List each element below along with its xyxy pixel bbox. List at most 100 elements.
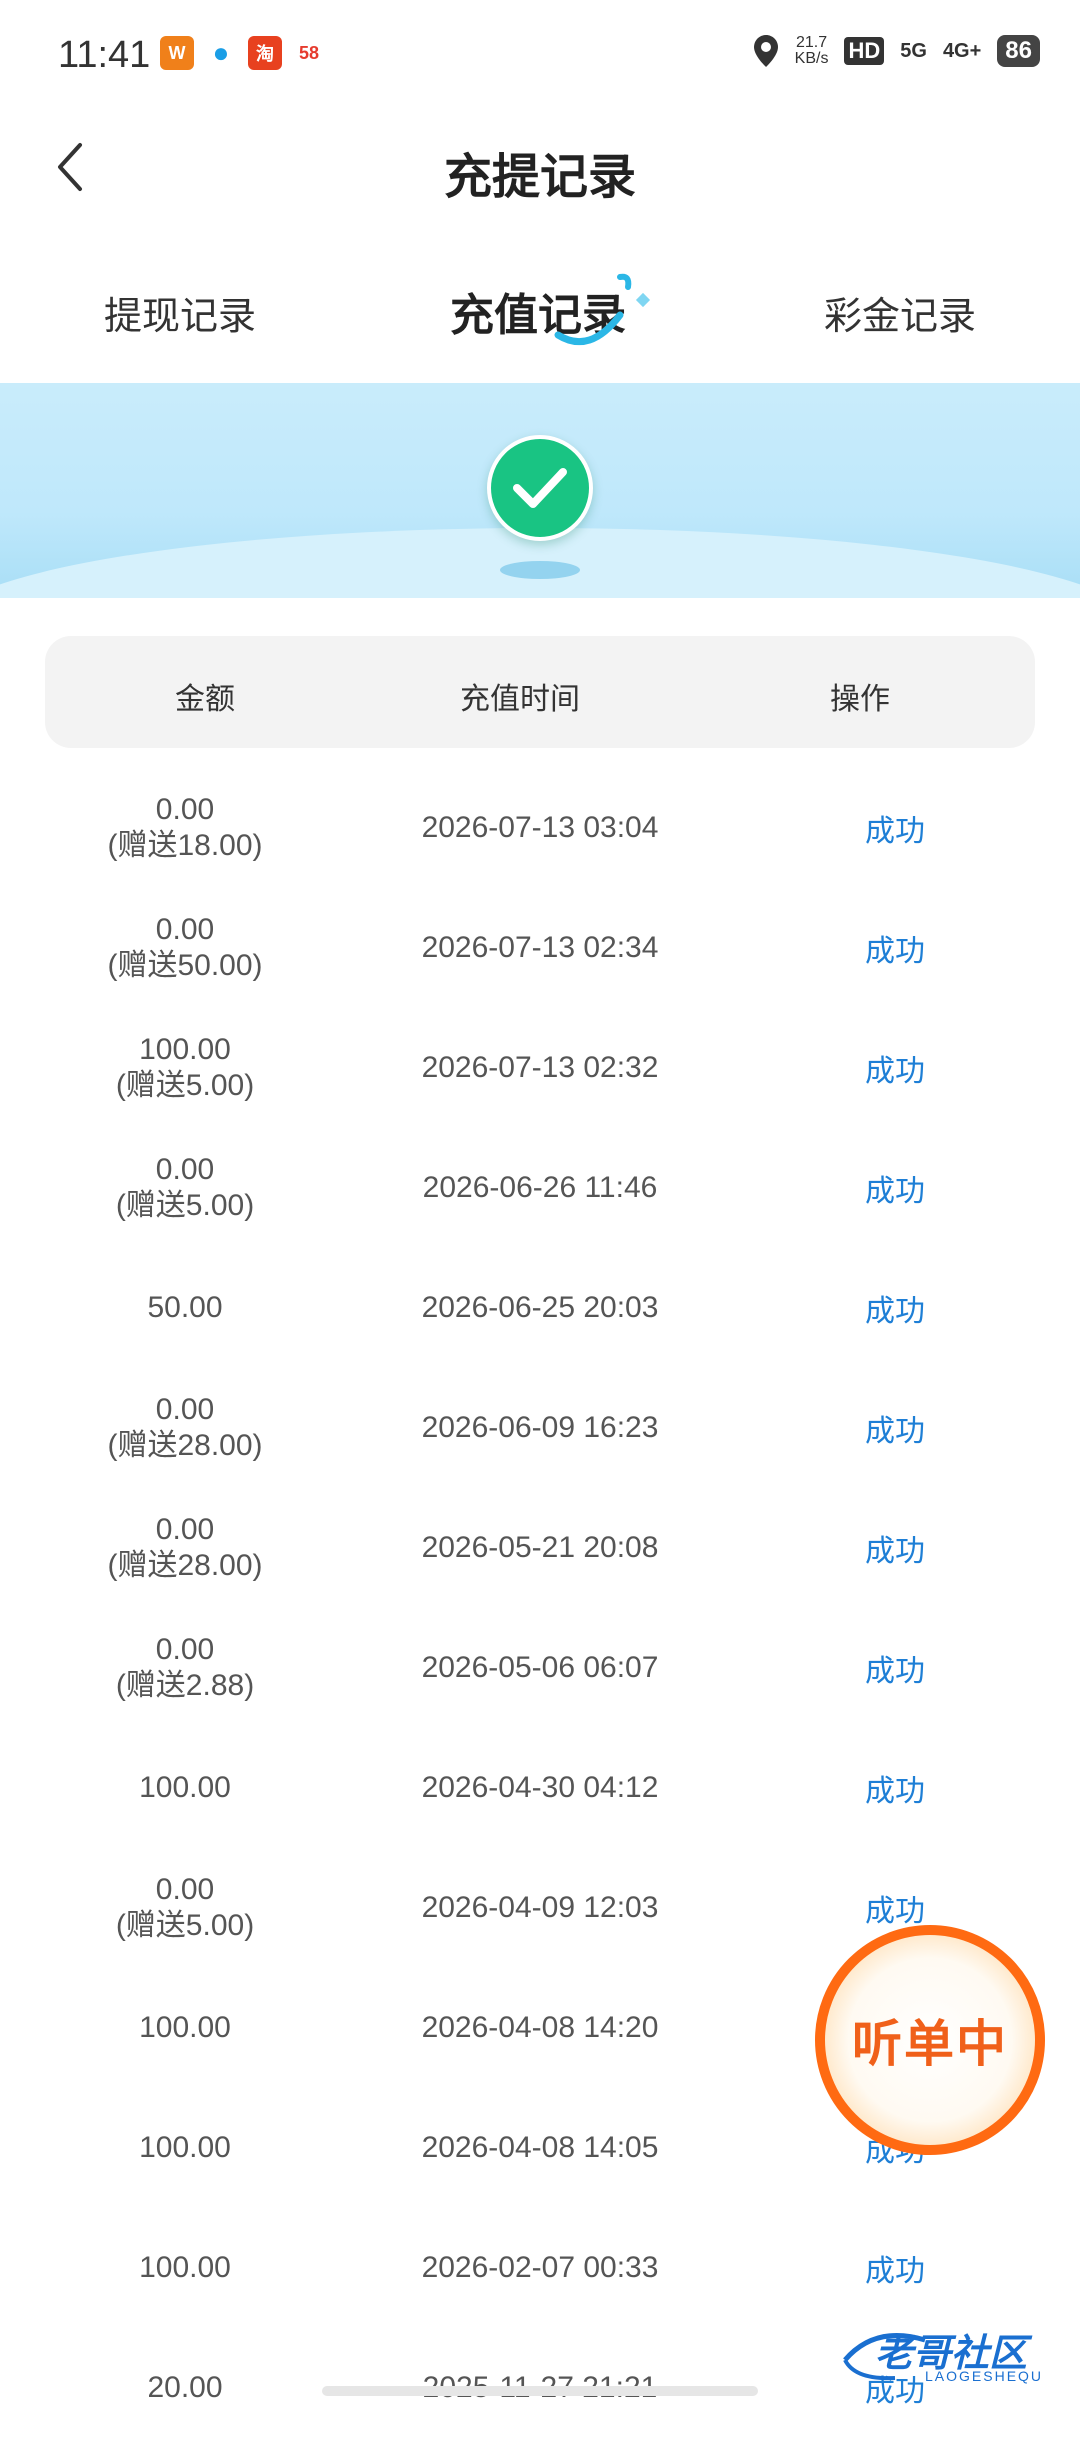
success-banner	[0, 383, 1080, 598]
table-row: 0.00 (赠送50.00) 2026-07-13 02:34 成功	[0, 888, 1080, 1008]
status-link[interactable]: 成功	[820, 768, 970, 888]
time-cell: 2026-04-09 12:03	[421, 1891, 659, 1924]
amount-value: 0.00	[155, 913, 215, 946]
time-cell: 2026-04-30 04:12	[421, 1771, 659, 1804]
home-indicator[interactable]	[322, 2386, 758, 2396]
status-link[interactable]: 成功	[820, 1248, 970, 1368]
banner-shadow	[500, 561, 580, 579]
bonus-value: (赠送5.00)	[115, 1189, 255, 1222]
tab-bonus-records[interactable]: 彩金记录	[824, 285, 976, 340]
table-row: 0.00 (赠送2.88) 2026-05-06 06:07 成功	[0, 1608, 1080, 1728]
table-row: 100.00 2026-04-30 04:12 成功	[0, 1728, 1080, 1848]
table-row: 100.00 2026-02-07 00:33 成功	[0, 2208, 1080, 2328]
status-link[interactable]: 成功	[820, 2208, 970, 2328]
recharge-record-list: 0.00 (赠送18.00) 2026-07-13 03:04 成功 0.00 (赠…	[0, 768, 1080, 2448]
bonus-value: (赠送5.00)	[115, 1909, 255, 1942]
time-cell: 2026-05-21 20:08	[421, 1531, 659, 1564]
table-row: 0.00 (赠送18.00) 2026-07-13 03:04 成功	[0, 768, 1080, 888]
bonus-value: (赠送28.00)	[107, 1549, 263, 1582]
net-speed: 21.7 KB/s	[795, 35, 829, 67]
amount-cell: 0.00 (赠送50.00)	[60, 888, 310, 1008]
column-header-time: 充值时间	[460, 683, 580, 716]
amount-cell: 0.00 (赠送5.00)	[60, 1128, 310, 1248]
tab-withdraw-records[interactable]: 提现记录	[104, 285, 256, 340]
amount-value: 0.00	[155, 793, 215, 826]
weibo-app-icon: W	[160, 36, 194, 70]
amount-value: 100.00	[139, 1033, 231, 1066]
page-header: 充提记录	[0, 115, 1080, 225]
amount-value: 100.00	[139, 2131, 231, 2164]
amount-value: 20.00	[147, 2371, 223, 2404]
bonus-value: (赠送50.00)	[107, 949, 263, 982]
amount-cell: 0.00 (赠送18.00)	[60, 768, 310, 888]
status-link[interactable]: 成功	[820, 1488, 970, 1608]
table-header: 金额 充值时间 操作	[45, 636, 1035, 748]
time-cell: 2026-04-08 14:05	[421, 2131, 659, 2164]
table-row: 100.00 (赠送5.00) 2026-07-13 02:32 成功	[0, 1008, 1080, 1128]
net-speed-value: 21.7	[796, 34, 828, 51]
time-cell: 2026-02-07 00:33	[421, 2251, 659, 2284]
time-cell: 2026-06-09 16:23	[421, 1411, 659, 1444]
status-link[interactable]: 成功	[820, 1608, 970, 1728]
bonus-value: (赠送2.88)	[115, 1669, 255, 1702]
amount-cell: 0.00 (赠送2.88)	[60, 1608, 310, 1728]
status-link[interactable]: 成功	[820, 1368, 970, 1488]
page-title: 充提记录	[443, 151, 636, 204]
status-link[interactable]: 成功	[820, 1008, 970, 1128]
taobao-app-icon: 淘	[248, 36, 282, 70]
status-time: 11:41	[58, 34, 151, 76]
amount-cell: 100.00	[60, 1968, 310, 2088]
time-cell: 2026-07-13 03:04	[421, 811, 659, 844]
amount-value: 100.00	[139, 2011, 231, 2044]
location-icon	[753, 35, 778, 67]
qq-icon: ●	[204, 36, 238, 70]
amount-cell: 100.00	[60, 2088, 310, 2208]
amount-value: 100.00	[139, 1771, 231, 1804]
watermark-subtext: LAOGESHEQU	[925, 2368, 1044, 2384]
amount-value: 50.00	[147, 1291, 223, 1324]
table-row: 50.00 2026-06-25 20:03 成功	[0, 1248, 1080, 1368]
amount-cell: 100.00	[60, 1728, 310, 1848]
battery-icon: 86	[997, 35, 1040, 67]
amount-cell: 50.00	[60, 1248, 310, 1368]
active-tab-indicator-icon	[554, 273, 651, 346]
table-row: 0.00 (赠送28.00) 2026-05-21 20:08 成功	[0, 1488, 1080, 1608]
signal-4g-icon: 4G+	[942, 39, 982, 62]
58-app-icon: 58	[292, 36, 326, 70]
time-cell: 2026-07-13 02:34	[421, 931, 659, 964]
time-cell: 2026-05-06 06:07	[421, 1651, 659, 1684]
table-row: 0.00 (赠送5.00) 2026-06-26 11:46 成功	[0, 1128, 1080, 1248]
amount-value: 0.00	[155, 1633, 215, 1666]
column-header-amount: 金额	[175, 683, 235, 716]
amount-cell: 0.00 (赠送28.00)	[60, 1488, 310, 1608]
success-check-icon	[487, 435, 593, 541]
table-row: 0.00 (赠送28.00) 2026-06-09 16:23 成功	[0, 1368, 1080, 1488]
amount-value: 0.00	[155, 1513, 215, 1546]
bonus-value: (赠送18.00)	[107, 829, 263, 862]
status-bar: 11:41 W ● 淘 58 21.7 KB/s HD 5G 4G+ 86	[0, 0, 1080, 115]
amount-cell: 20.00	[60, 2328, 310, 2448]
amount-cell: 0.00 (赠送5.00)	[60, 1848, 310, 1968]
status-link[interactable]: 成功	[820, 888, 970, 1008]
signal-5g-icon: 5G	[900, 39, 927, 62]
time-cell: 2026-06-25 20:03	[421, 1291, 659, 1324]
amount-value: 0.00	[155, 1393, 215, 1426]
amount-cell: 100.00 (赠送5.00)	[60, 1008, 310, 1128]
record-tabs: 提现记录 充值记录 彩金记录	[0, 245, 1080, 375]
bonus-value: (赠送5.00)	[115, 1069, 255, 1102]
amount-value: 0.00	[155, 1873, 215, 1906]
net-speed-unit: KB/s	[794, 50, 829, 67]
system-indicators: 21.7 KB/s HD 5G 4G+ 86	[753, 34, 1040, 68]
amount-value: 0.00	[155, 1153, 215, 1186]
listening-orders-button[interactable]: 听单中	[815, 1925, 1045, 2155]
amount-cell: 0.00 (赠送28.00)	[60, 1368, 310, 1488]
time-cell: 2026-04-08 14:20	[421, 2011, 659, 2044]
time-cell: 2026-06-26 11:46	[422, 1171, 658, 1204]
time-cell: 2026-07-13 02:32	[421, 1051, 659, 1084]
hd-badge: HD	[844, 37, 885, 65]
amount-value: 100.00	[139, 2251, 231, 2284]
status-link[interactable]: 成功	[820, 1728, 970, 1848]
status-link[interactable]: 成功	[820, 1128, 970, 1248]
fab-label: 听单中	[852, 2016, 1008, 2072]
amount-cell: 100.00	[60, 2208, 310, 2328]
